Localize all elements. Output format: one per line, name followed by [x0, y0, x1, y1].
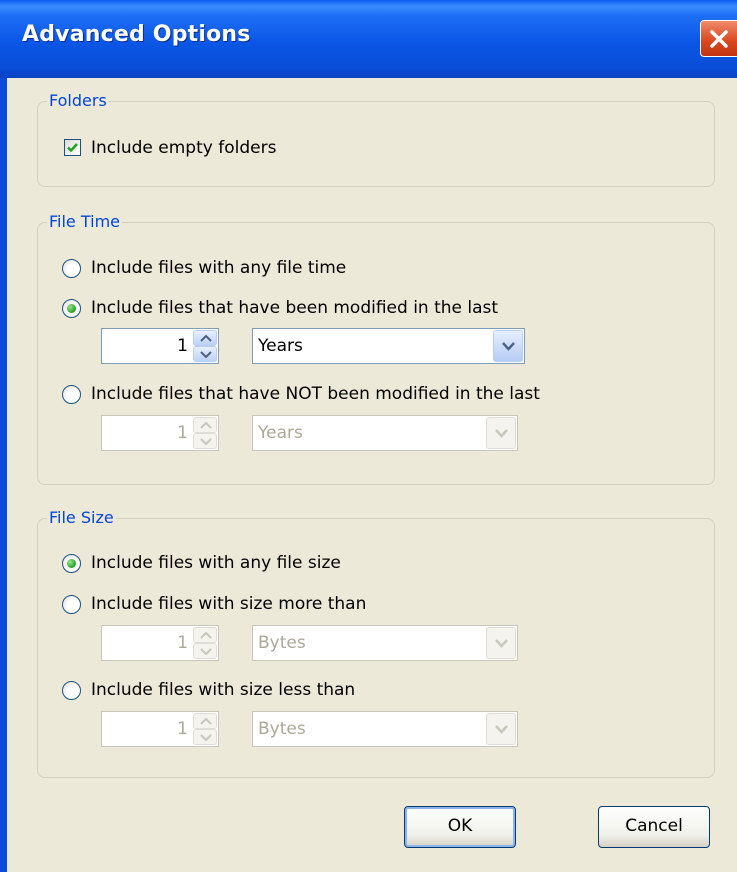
spin-down-icon	[200, 438, 212, 445]
size-more-than-label: Include files with size more than	[91, 594, 367, 614]
more-than-unit-dropdown[interactable]: Bytes	[252, 625, 518, 661]
any-file-time-label: Include files with any file time	[91, 258, 347, 278]
title-bar[interactable]: Advanced Options	[0, 0, 737, 78]
not-modified-unit-dropdown-button[interactable]	[486, 417, 516, 449]
more-than-amount-spinner[interactable]: 1	[101, 625, 219, 661]
modified-unit-dropdown[interactable]: Years	[252, 328, 525, 364]
spin-up-icon	[200, 632, 212, 639]
less-than-amount-up[interactable]	[193, 713, 217, 729]
ok-button[interactable]: OK	[404, 806, 516, 848]
close-icon	[710, 30, 728, 48]
modified-in-last-label: Include files that have been modified in…	[91, 298, 499, 318]
more-than-amount-value: 1	[177, 633, 188, 653]
spin-up-icon	[200, 335, 212, 342]
less-than-amount-spinner[interactable]: 1	[101, 711, 219, 747]
radio-any-file-size[interactable]	[62, 554, 81, 573]
dropdown-arrow-icon	[495, 429, 508, 438]
more-than-amount-up[interactable]	[193, 627, 217, 643]
less-than-amount-value: 1	[177, 719, 188, 739]
checkmark-icon	[67, 143, 78, 153]
modified-amount-value: 1	[177, 336, 188, 356]
modified-amount-spinner[interactable]: 1	[101, 328, 219, 364]
radio-size-more-than[interactable]	[62, 595, 81, 614]
dropdown-arrow-icon	[502, 342, 515, 351]
less-than-amount-down[interactable]	[193, 729, 217, 745]
size-less-than-label: Include files with size less than	[91, 680, 356, 700]
spin-up-icon	[200, 718, 212, 725]
modified-unit-dropdown-button[interactable]	[493, 330, 523, 362]
more-than-amount-down[interactable]	[193, 643, 217, 659]
not-modified-unit-value: Years	[258, 423, 303, 443]
more-than-unit-value: Bytes	[258, 633, 306, 653]
not-modified-in-last-label: Include files that have NOT been modifie…	[91, 384, 540, 404]
dropdown-arrow-icon	[495, 639, 508, 648]
less-than-unit-dropdown-button[interactable]	[486, 713, 516, 745]
not-modified-amount-value: 1	[177, 423, 188, 443]
file-time-legend: File Time	[47, 212, 123, 232]
radio-selected-dot	[67, 559, 76, 568]
spin-down-icon	[200, 351, 212, 358]
not-modified-amount-up[interactable]	[193, 417, 217, 433]
less-than-unit-value: Bytes	[258, 719, 306, 739]
folders-legend: Folders	[47, 91, 109, 111]
close-button[interactable]	[700, 20, 737, 57]
window-left-frame	[0, 78, 7, 872]
spin-down-icon	[200, 648, 212, 655]
radio-size-less-than[interactable]	[62, 681, 81, 700]
radio-modified-in-last[interactable]	[62, 299, 81, 318]
radio-any-file-time[interactable]	[62, 259, 81, 278]
file-size-legend: File Size	[47, 508, 116, 528]
cancel-button[interactable]: Cancel	[598, 806, 710, 848]
modified-amount-up[interactable]	[193, 330, 217, 346]
modified-amount-down[interactable]	[193, 346, 217, 362]
not-modified-amount-down[interactable]	[193, 433, 217, 449]
dropdown-arrow-icon	[495, 725, 508, 734]
spin-down-icon	[200, 734, 212, 741]
less-than-unit-dropdown[interactable]: Bytes	[252, 711, 518, 747]
advanced-options-dialog: Advanced Options Folders Include empty f…	[0, 0, 737, 872]
not-modified-amount-spinner[interactable]: 1	[101, 415, 219, 451]
more-than-unit-dropdown-button[interactable]	[486, 627, 516, 659]
any-file-size-label: Include files with any file size	[91, 553, 341, 573]
radio-not-modified-in-last[interactable]	[62, 385, 81, 404]
not-modified-unit-dropdown[interactable]: Years	[252, 415, 518, 451]
radio-selected-dot	[67, 304, 76, 313]
include-empty-folders-label: Include empty folders	[91, 138, 277, 158]
window-title: Advanced Options	[22, 22, 251, 47]
modified-unit-value: Years	[258, 336, 303, 356]
spin-up-icon	[200, 422, 212, 429]
include-empty-folders-checkbox[interactable]	[64, 139, 81, 156]
